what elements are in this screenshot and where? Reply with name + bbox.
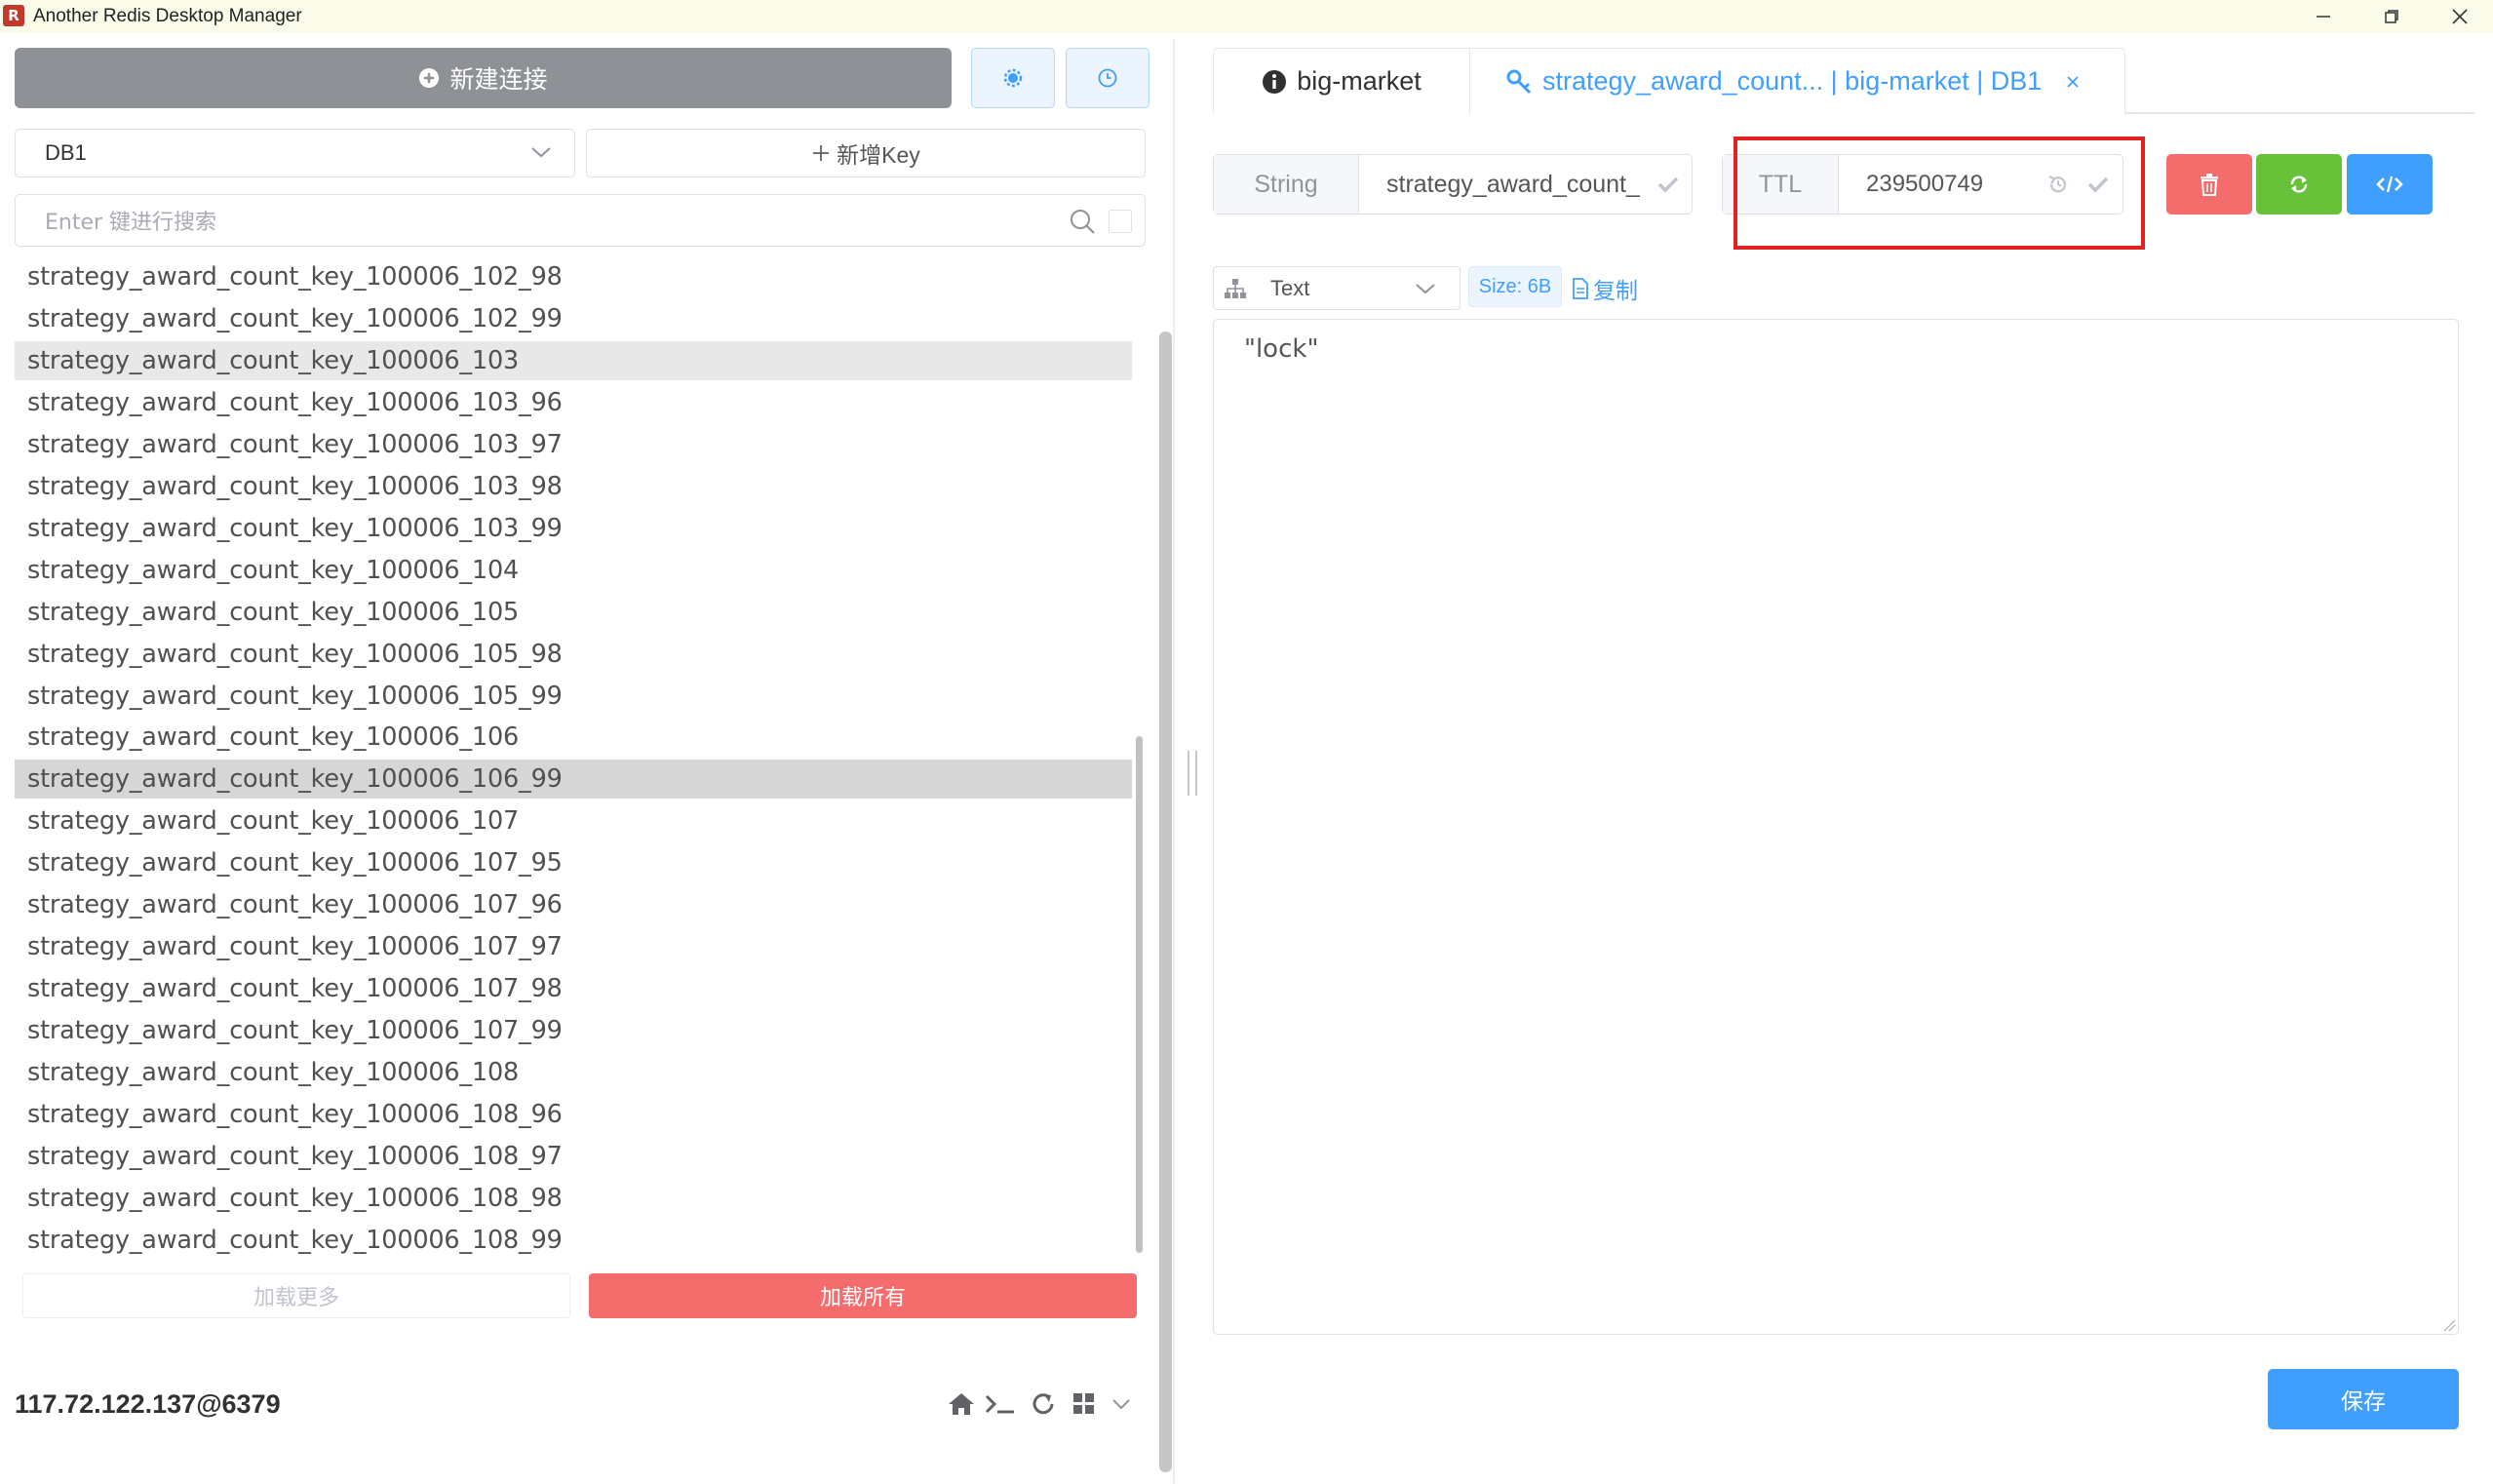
refresh-icon — [2290, 176, 2308, 193]
key-list-item[interactable]: strategy_award_count_key_100006_106 — [15, 718, 1132, 757]
tab-connection-info[interactable]: big-market — [1213, 48, 1470, 114]
close-tab-icon[interactable] — [2065, 74, 2081, 90]
chevron-down-icon — [1416, 284, 1435, 294]
add-key-label: 新增Key — [837, 142, 920, 168]
console-button[interactable] — [985, 1388, 1016, 1420]
key-list-item[interactable]: strategy_award_count_key_100006_107_95 — [15, 843, 1132, 882]
close-window-button[interactable] — [2426, 0, 2493, 32]
dump-command-button[interactable] — [2347, 154, 2433, 215]
restore-icon — [2385, 9, 2398, 23]
key-list-item[interactable]: strategy_award_count_key_100006_102_99 — [15, 299, 1132, 338]
value-editor[interactable] — [1213, 319, 2459, 1335]
grid-view-button[interactable] — [1069, 1388, 1100, 1420]
tab-key-detail[interactable]: strategy_award_count... | big-market | D… — [1469, 48, 2125, 116]
sidebar-scrollbar[interactable] — [1159, 332, 1172, 1472]
home-icon — [949, 1393, 974, 1415]
key-list-item[interactable]: strategy_award_count_key_100006_107_96 — [15, 885, 1132, 924]
key-list-item[interactable]: strategy_award_count_key_100006_105 — [15, 593, 1132, 632]
key-list-item[interactable]: strategy_award_count_key_100006_107 — [15, 801, 1132, 840]
clock-icon — [1098, 68, 1117, 88]
key-list-item[interactable]: strategy_award_count_key_100006_108_97 — [15, 1137, 1132, 1176]
refresh-icon — [1032, 1393, 1054, 1415]
delete-key-button[interactable] — [2166, 154, 2252, 215]
check-icon[interactable] — [1657, 176, 1679, 193]
view-format-value: Text — [1270, 275, 1310, 300]
database-select[interactable]: DB1 — [15, 129, 575, 177]
key-search-input[interactable]: Enter 键进行搜索 — [15, 194, 1146, 247]
copy-value-label: 复制 — [1593, 278, 1638, 303]
key-list-item[interactable]: strategy_award_count_key_100006_108_98 — [15, 1179, 1132, 1218]
key-list: strategy_award_count_key_100006_102_98 st… — [15, 265, 1132, 1260]
database-select-value: DB1 — [45, 140, 87, 165]
key-list-item[interactable]: strategy_award_count_key_100006_107_99 — [15, 1011, 1132, 1050]
chevron-down-icon — [531, 147, 551, 158]
plus-circle-icon — [419, 68, 440, 88]
refresh-connection-button[interactable] — [1028, 1388, 1059, 1420]
key-name-value: strategy_award_count_ — [1386, 170, 1640, 198]
history-button[interactable] — [1066, 48, 1149, 108]
new-connection-label: 新建连接 — [449, 66, 548, 94]
key-icon — [1506, 69, 1532, 94]
copy-value-button[interactable]: 复制 — [1572, 272, 1638, 305]
load-more-button[interactable]: 加载更多 — [22, 1273, 570, 1318]
ttl-highlight-box — [1733, 137, 2145, 250]
key-list-item[interactable]: strategy_award_count_key_100006_103 — [15, 340, 1132, 380]
minimize-icon — [2317, 15, 2330, 18]
sitemap-icon — [1225, 279, 1246, 298]
resize-handle[interactable] — [1188, 751, 1197, 796]
new-connection-button[interactable]: 新建连接 — [15, 48, 952, 108]
app-logo-icon: R — [3, 5, 24, 26]
key-list-item[interactable]: strategy_award_count_key_100006_106_99 — [15, 760, 1132, 800]
key-list-item[interactable]: strategy_award_count_key_100006_108_99 — [15, 1221, 1132, 1260]
key-name-group: String strategy_award_count_ — [1213, 154, 1693, 215]
plus-icon — [813, 145, 830, 161]
value-text: "lock" — [1244, 334, 1319, 364]
minimize-button[interactable] — [2289, 0, 2357, 32]
panel-divider — [1173, 39, 1175, 1484]
home-button[interactable] — [946, 1388, 977, 1420]
key-list-item[interactable]: strategy_award_count_key_100006_103_96 — [15, 383, 1132, 422]
tab-key-label: strategy_award_count... | big-market | D… — [1542, 66, 2043, 96]
key-list-item[interactable]: strategy_award_count_key_100006_103_98 — [15, 467, 1132, 506]
key-search-placeholder: Enter 键进行搜索 — [45, 211, 217, 235]
window-title: Another Redis Desktop Manager — [33, 6, 302, 26]
key-list-item[interactable]: strategy_award_count_key_100006_102_98 — [15, 265, 1132, 296]
key-list-item[interactable]: strategy_award_count_key_100006_103_99 — [15, 509, 1132, 548]
gear-icon — [1003, 68, 1023, 88]
key-list-item[interactable]: strategy_award_count_key_100006_107_97 — [15, 927, 1132, 966]
key-list-item[interactable]: strategy_award_count_key_100006_108 — [15, 1053, 1132, 1092]
tab-connection-label: big-market — [1297, 66, 1422, 96]
grid-icon — [1073, 1393, 1094, 1414]
key-list-item[interactable]: strategy_award_count_key_100006_107_98 — [15, 969, 1132, 1008]
key-list-item[interactable]: strategy_award_count_key_100006_105_99 — [15, 677, 1132, 716]
key-list-item[interactable]: strategy_award_count_key_100006_108_96 — [15, 1095, 1132, 1134]
exact-search-checkbox[interactable] — [1109, 210, 1132, 233]
key-list-item[interactable]: strategy_award_count_key_100006_105_98 — [15, 635, 1132, 674]
title-bar — [0, 0, 2493, 32]
add-key-button[interactable]: 新增Key — [586, 129, 1146, 177]
key-list-scrollbar[interactable] — [1136, 736, 1143, 1253]
terminal-icon — [985, 1394, 1014, 1414]
code-icon — [2376, 176, 2403, 193]
size-badge: Size: 6B — [1468, 266, 1562, 307]
view-format-select[interactable]: Text — [1213, 266, 1461, 310]
restore-button[interactable] — [2357, 0, 2426, 32]
search-icon[interactable] — [1069, 208, 1096, 235]
key-list-item[interactable]: strategy_award_count_key_100006_104 — [15, 551, 1132, 590]
resize-grip-icon[interactable] — [2442, 1318, 2456, 1332]
chevron-down-icon — [1112, 1399, 1130, 1410]
key-type-label: String — [1214, 155, 1359, 214]
key-name-input[interactable]: strategy_award_count_ — [1359, 155, 1692, 214]
connection-address: 117.72.122.137@6379 — [15, 1389, 281, 1419]
info-icon — [1263, 69, 1287, 94]
key-list-item[interactable]: strategy_award_count_key_100006_103_97 — [15, 425, 1132, 464]
close-icon — [2452, 8, 2468, 24]
save-button[interactable]: 保存 — [2268, 1369, 2459, 1429]
more-menu-button[interactable] — [1106, 1388, 1137, 1420]
settings-button[interactable] — [971, 48, 1055, 108]
load-all-button[interactable]: 加载所有 — [589, 1273, 1137, 1318]
refresh-key-button[interactable] — [2256, 154, 2342, 215]
document-icon — [1573, 278, 1588, 299]
trash-icon — [2201, 174, 2218, 196]
